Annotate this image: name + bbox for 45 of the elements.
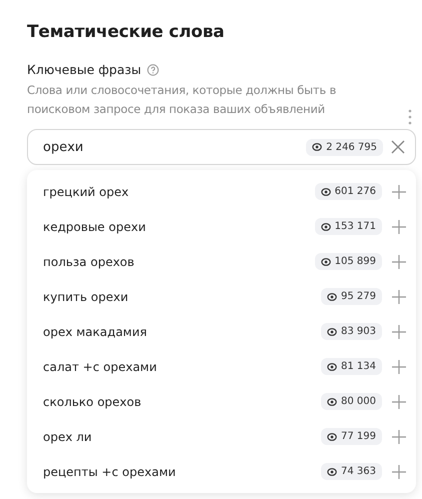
impressions-badge: 105 899 [314, 253, 382, 270]
section-title: Тематические слова [27, 22, 226, 42]
suggestion-item[interactable]: грецкий орех [43, 184, 305, 198]
eye-icon [327, 292, 337, 302]
add-icon[interactable] [392, 254, 406, 268]
add-icon[interactable] [392, 184, 406, 198]
add-icon[interactable] [392, 394, 406, 408]
add-icon[interactable] [392, 290, 406, 304]
add-icon[interactable] [392, 220, 406, 234]
impressions-badge: 95 279 [321, 288, 382, 305]
field-label: Ключевые фразы [27, 62, 142, 77]
field-description: Слова или словосочетания, которые должны быть в поисковом запросе для показа ваших объявлений [27, 82, 338, 118]
suggestion-item[interactable]: кедровые орехи [43, 220, 305, 234]
impressions-badge: 81 134 [321, 358, 382, 375]
add-icon[interactable] [392, 360, 406, 374]
suggestion-item[interactable]: польза орехов [43, 254, 305, 268]
impressions-badge: 2 246 795 [306, 138, 383, 156]
suggestion-item[interactable]: салат +с орехами [43, 360, 311, 374]
suggestion-item[interactable]: сколько орехов [43, 394, 311, 408]
add-icon[interactable] [392, 430, 406, 444]
suggestion-item[interactable]: купить орехи [43, 290, 311, 304]
add-icon[interactable] [392, 324, 406, 338]
eye-icon [327, 396, 337, 406]
impressions-badge: 77 199 [321, 428, 382, 445]
suggestion-item[interactable]: рецепты +с орехами [43, 464, 311, 478]
impressions-badge: 83 903 [321, 323, 382, 340]
keyword-field[interactable]: орехи 2 246 795 [27, 129, 416, 165]
impressions-badge: 80 000 [321, 393, 382, 410]
eye-icon [327, 362, 337, 372]
suggestion-item[interactable]: орех макадамия [43, 324, 311, 338]
suggestion-item[interactable]: орех ли [43, 430, 311, 444]
eye-icon [320, 222, 331, 232]
close-icon[interactable] [391, 140, 405, 154]
eye-icon [312, 142, 322, 152]
impressions-badge: 601 276 [314, 183, 382, 200]
impressions-badge: 74 363 [321, 463, 382, 480]
eye-icon [327, 432, 337, 442]
impressions-badge: 153 171 [314, 218, 382, 235]
eye-icon [320, 186, 331, 196]
more-icon[interactable] [408, 109, 412, 125]
eye-icon [327, 326, 337, 336]
eye-icon [320, 256, 331, 266]
eye-icon [327, 466, 337, 476]
help-icon[interactable] [147, 64, 160, 76]
add-icon[interactable] [392, 464, 406, 478]
